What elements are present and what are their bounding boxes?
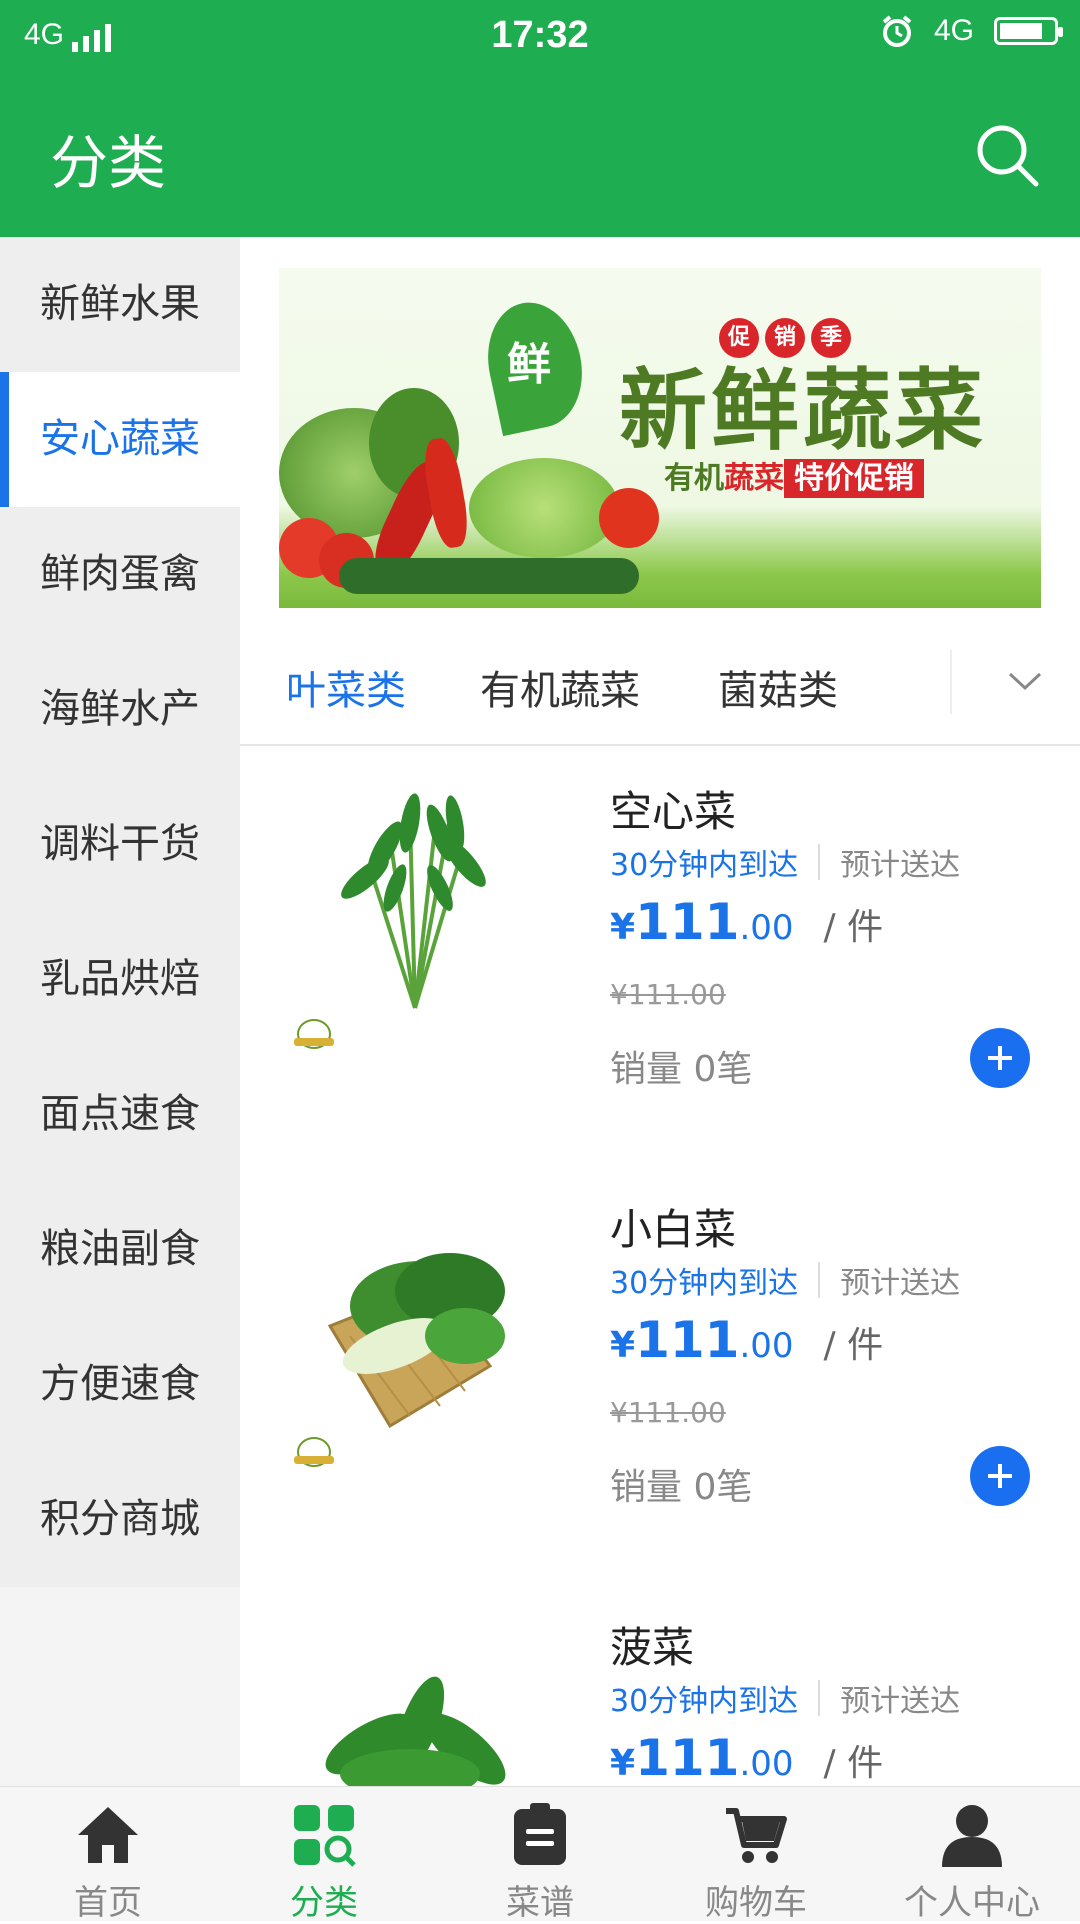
- nav-profile[interactable]: 个人中心: [864, 1787, 1080, 1923]
- subcategory-tabs: 叶菜类 有机蔬菜 菌菇类: [240, 620, 1080, 746]
- price-decimal: .00: [739, 1744, 794, 1784]
- product-price: ¥ 111 .00 / 件: [610, 893, 883, 951]
- sidebar-item-dairy-bakery[interactable]: 乳品烘焙: [0, 912, 240, 1047]
- nav-cart-label: 购物车: [705, 1883, 807, 1923]
- price-unit: / 件: [823, 1743, 884, 1784]
- sidebar-item-fresh-fruit[interactable]: 新鲜水果: [0, 237, 240, 372]
- alarm-icon: [882, 15, 912, 47]
- delivery-fast-label: 30分钟内到达: [610, 1684, 799, 1719]
- product-image-spinach: [325, 1676, 506, 1786]
- status-bar: 4G 17:32 4G: [0, 0, 1080, 70]
- bottom-navigation: 首页 分类 菜谱 购物车 个人中心: [0, 1786, 1080, 1923]
- delivery-info: 30分钟内到达 预计送达: [610, 1676, 960, 1720]
- person-icon: [942, 1805, 1002, 1867]
- chevron-down-icon[interactable]: [1000, 656, 1050, 706]
- recipe-icon: [514, 1803, 566, 1865]
- sidebar-item-instant-food[interactable]: 方便速食: [0, 1317, 240, 1452]
- status-right: 4G: [880, 14, 1063, 48]
- nav-recipes[interactable]: 菜谱: [432, 1787, 648, 1923]
- banner-headline: 新鲜蔬菜: [619, 359, 988, 462]
- original-price: ¥111.00: [610, 1396, 726, 1429]
- sidebar-item-noodles-snacks[interactable]: 面点速食: [0, 1047, 240, 1182]
- nav-cart[interactable]: 购物车: [648, 1787, 864, 1923]
- add-to-cart-button[interactable]: [970, 1028, 1030, 1088]
- product-name: 小白菜: [610, 1205, 737, 1254]
- cart-icon: [726, 1808, 787, 1863]
- banner-logo-text: 鲜: [507, 339, 551, 390]
- tab-organic-vegetables[interactable]: 有机蔬菜: [480, 658, 640, 716]
- organic-badge-icon: [294, 1437, 334, 1467]
- banner-subline-promo: 特价促销: [784, 459, 924, 498]
- nav-home-label: 首页: [74, 1883, 142, 1923]
- delivery-eta-label: 预计送达: [840, 1266, 961, 1301]
- nav-home[interactable]: 首页: [0, 1787, 216, 1923]
- banner-subline-veg: 蔬菜: [724, 461, 784, 496]
- sales-count: 销量 0笔: [610, 1467, 753, 1508]
- nav-profile-label: 个人中心: [904, 1883, 1040, 1923]
- organic-badge-icon: [294, 1019, 334, 1049]
- sidebar-item-seasoning[interactable]: 调料干货: [0, 777, 240, 912]
- search-icon[interactable]: [972, 120, 1042, 190]
- promo-banner[interactable]: 鲜 促 销 季 新鲜蔬菜 有机蔬菜 特价促销: [279, 268, 1041, 608]
- page-title: 分类: [50, 129, 167, 197]
- tab-divider: [950, 650, 952, 714]
- sidebar-item-meat-eggs[interactable]: 鲜肉蛋禽: [0, 507, 240, 642]
- price-integer: 111: [635, 1311, 740, 1369]
- product-card[interactable]: 空心菜 30分钟内到达 预计送达 ¥ 111 .00 / 件 ¥111.00 销…: [240, 778, 1080, 1188]
- plus-icon: [988, 1046, 1012, 1070]
- category-sidebar: 新鲜水果 安心蔬菜 鲜肉蛋禽 海鲜水产 调料干货 乳品烘焙 面点速食 粮油副食 …: [0, 237, 240, 1787]
- sidebar-item-points-mall[interactable]: 积分商城: [0, 1452, 240, 1587]
- home-icon: [78, 1807, 138, 1863]
- sales-count: 销量 0笔: [610, 1049, 753, 1090]
- price-decimal: .00: [739, 908, 794, 948]
- price-unit: / 件: [823, 1325, 884, 1366]
- divider: [818, 844, 821, 880]
- banner-subline-organic: 有机: [664, 461, 724, 496]
- sidebar-empty-area: [0, 1587, 240, 1787]
- product-name: 菠菜: [610, 1623, 695, 1672]
- nav-category[interactable]: 分类: [216, 1787, 432, 1923]
- delivery-fast-label: 30分钟内到达: [610, 1266, 799, 1301]
- original-price: ¥111.00: [610, 978, 726, 1011]
- sidebar-item-grain-oil[interactable]: 粮油副食: [0, 1182, 240, 1317]
- delivery-info: 30分钟内到达 预计送达: [610, 1258, 960, 1302]
- add-to-cart-button[interactable]: [970, 1446, 1030, 1506]
- tab-leafy-vegetables[interactable]: 叶菜类: [286, 658, 406, 716]
- product-name: 空心菜: [610, 787, 737, 836]
- delivery-eta-label: 预计送达: [840, 1684, 961, 1719]
- product-card[interactable]: 菠菜 30分钟内到达 预计送达 ¥ 111 .00 / 件: [240, 1614, 1080, 1786]
- price-currency: ¥: [610, 907, 636, 948]
- product-price: ¥ 111 .00 / 件: [610, 1311, 883, 1369]
- divider: [818, 1262, 821, 1298]
- nav-recipes-label: 菜谱: [506, 1883, 574, 1923]
- app-header: 分类: [0, 70, 1080, 237]
- nav-category-label: 分类: [290, 1883, 358, 1923]
- tab-mushrooms[interactable]: 菌菇类: [718, 658, 838, 716]
- sidebar-item-seafood[interactable]: 海鲜水产: [0, 642, 240, 777]
- delivery-info: 30分钟内到达 预计送达: [610, 840, 960, 884]
- category-search-icon: [294, 1805, 356, 1867]
- price-currency: ¥: [610, 1325, 636, 1366]
- network-type-right: 4G: [933, 14, 974, 47]
- delivery-fast-label: 30分钟内到达: [610, 848, 799, 883]
- product-price: ¥ 111 .00 / 件: [610, 1729, 883, 1786]
- product-image-bok-choy: [327, 1253, 505, 1429]
- price-integer: 111: [635, 893, 740, 951]
- price-currency: ¥: [610, 1743, 636, 1784]
- battery-icon: [994, 17, 1063, 45]
- price-decimal: .00: [739, 1326, 794, 1366]
- price-integer: 111: [635, 1729, 740, 1786]
- price-unit: / 件: [823, 907, 884, 948]
- divider: [818, 1680, 821, 1716]
- banner-subline: 有机蔬菜 特价促销: [664, 453, 924, 498]
- sidebar-item-vegetables[interactable]: 安心蔬菜: [0, 372, 240, 507]
- product-card[interactable]: 小白菜 30分钟内到达 预计送达 ¥ 111 .00 / 件 ¥111.00 销…: [240, 1196, 1080, 1606]
- delivery-eta-label: 预计送达: [840, 848, 961, 883]
- plus-icon: [988, 1464, 1012, 1488]
- product-image-water-spinach: [341, 793, 486, 1009]
